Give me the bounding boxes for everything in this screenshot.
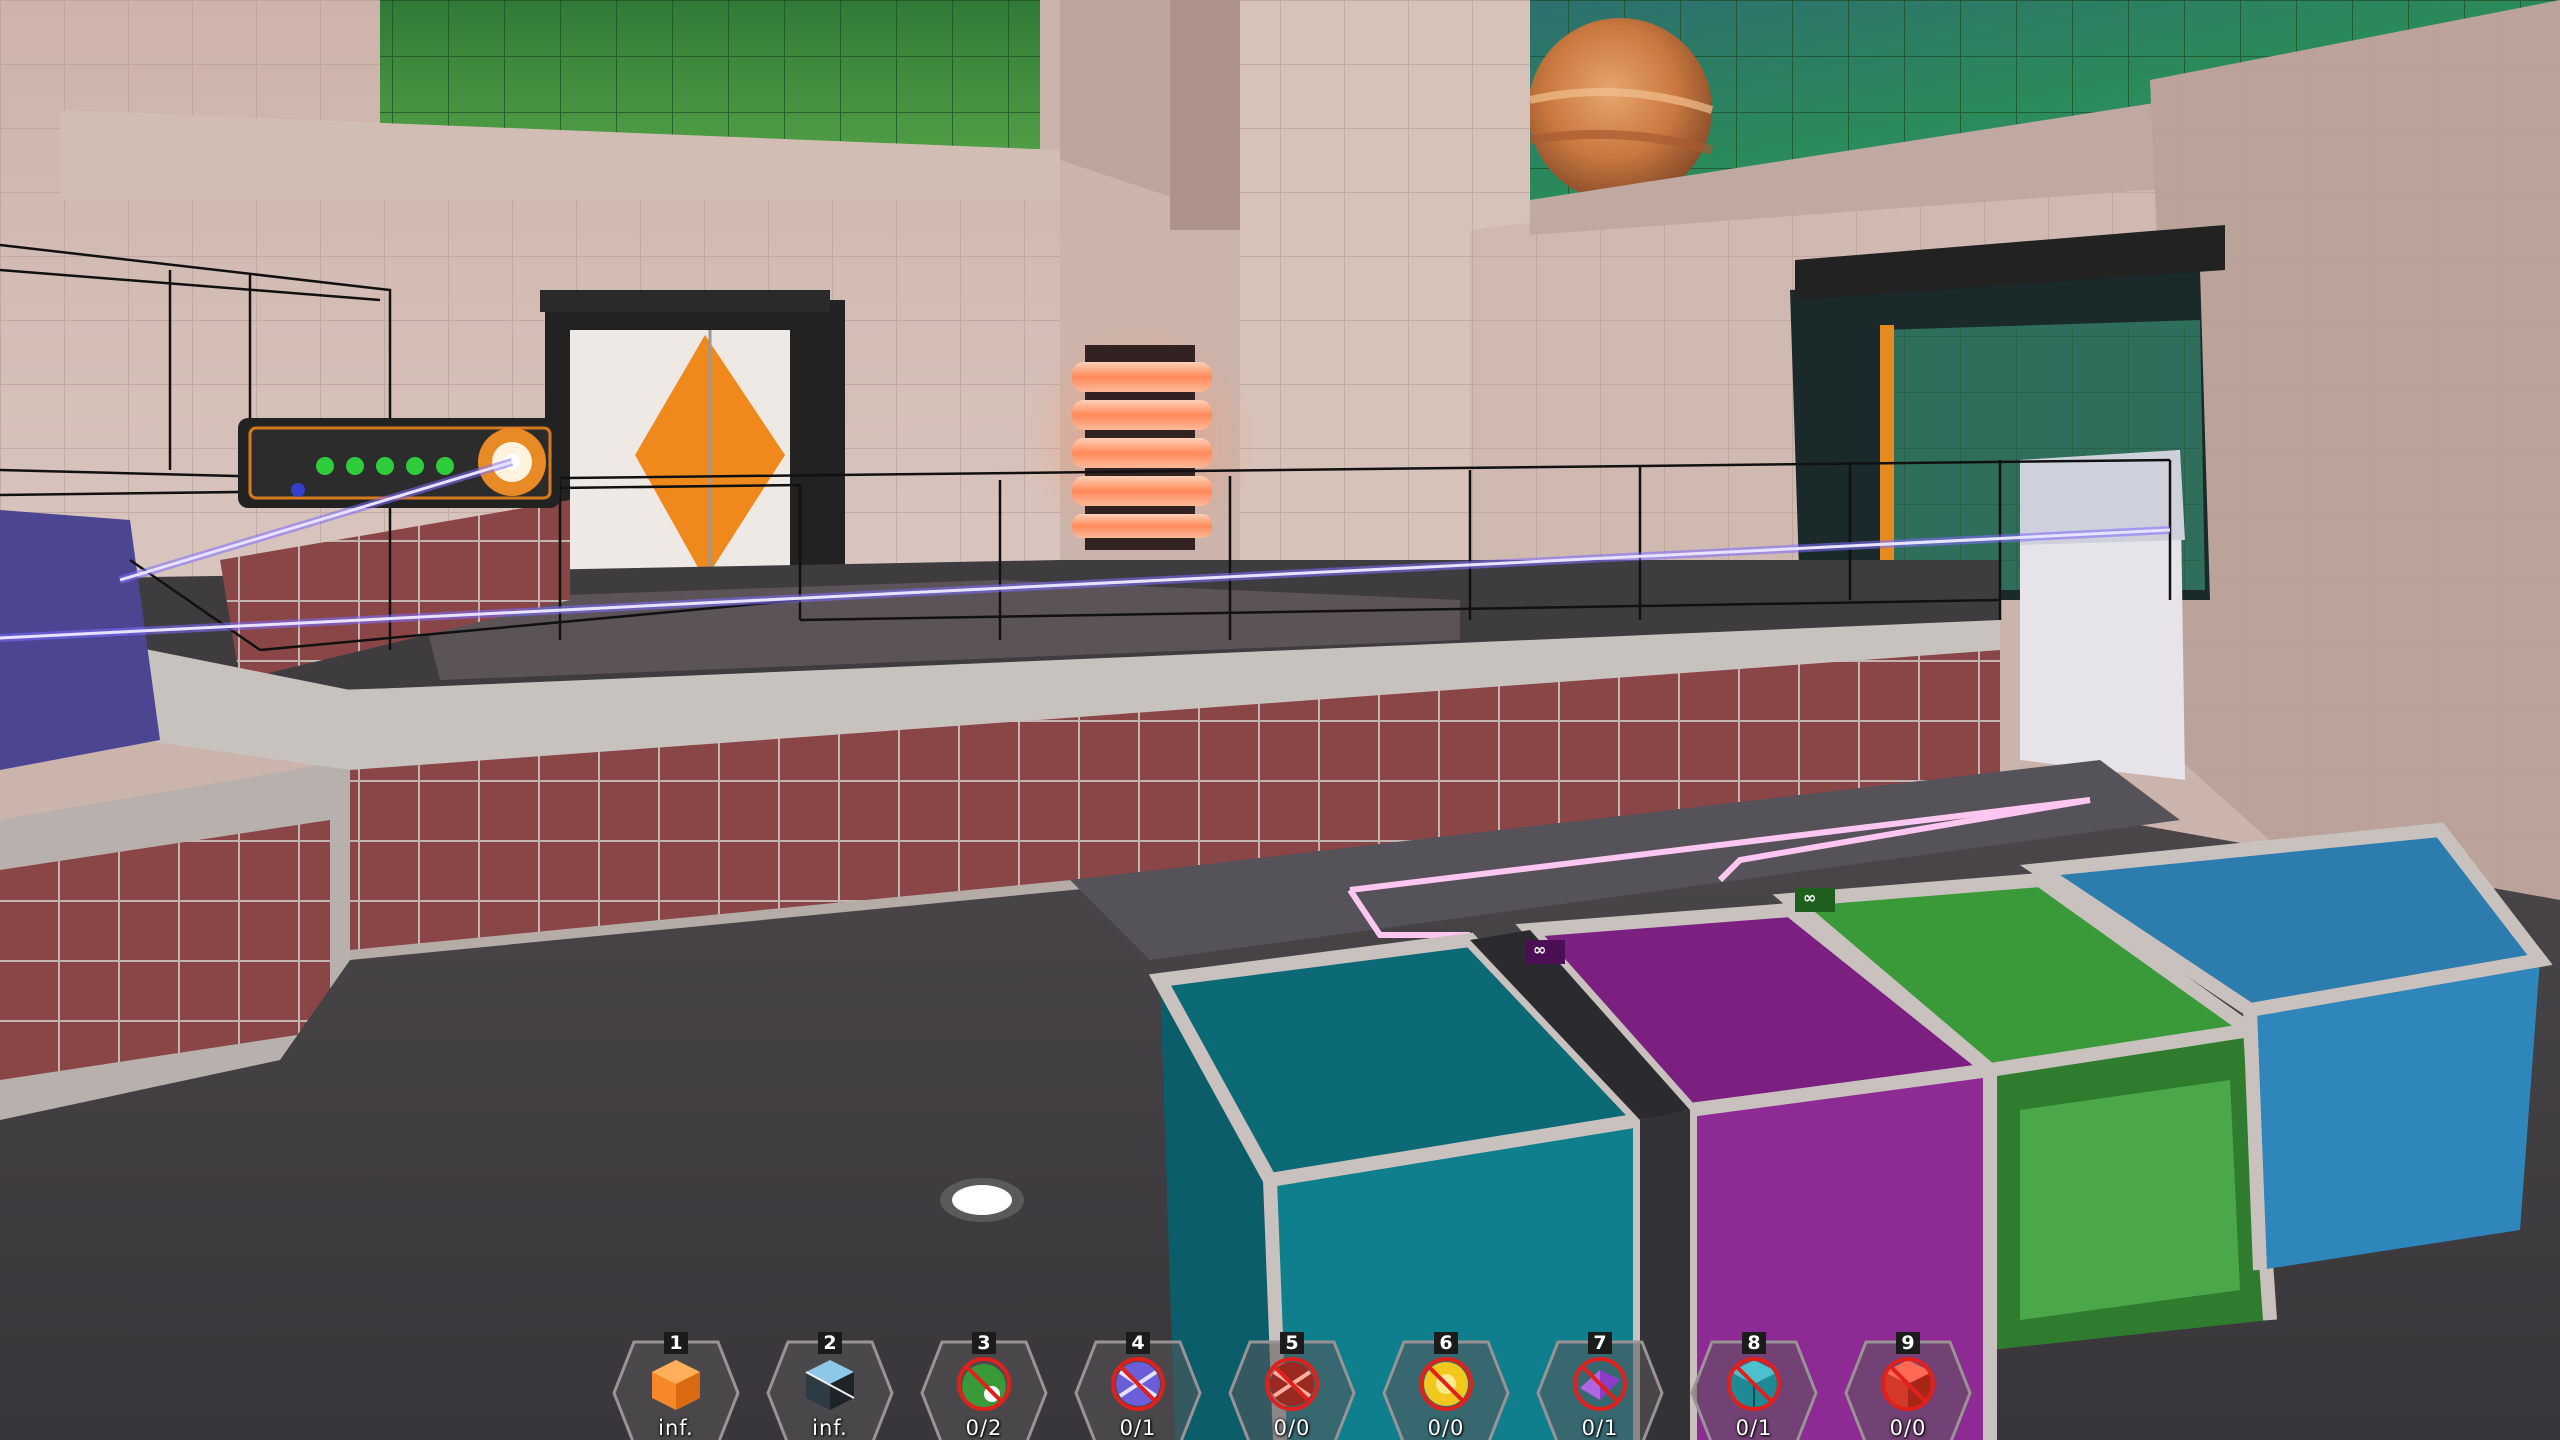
slot-key-number: 5 bbox=[1280, 1332, 1304, 1354]
slot-key-number: 8 bbox=[1742, 1332, 1766, 1354]
hotbar-slot-6[interactable]: 6 0/0 bbox=[1382, 1332, 1510, 1440]
green-box-infinity-tag: ∞ bbox=[1803, 888, 1817, 907]
hotbar-slot-9[interactable]: 9 0/0 bbox=[1844, 1332, 1972, 1440]
purple-gem-icon bbox=[1573, 1357, 1627, 1411]
hotbar-slot-7[interactable]: 7 0/1 bbox=[1536, 1332, 1664, 1440]
slot-key-number: 7 bbox=[1588, 1332, 1612, 1354]
hotbar-slot-2[interactable]: 2 inf. bbox=[766, 1332, 894, 1440]
slot-key-number: 1 bbox=[664, 1332, 688, 1354]
yellow-orb-icon bbox=[1419, 1357, 1473, 1411]
slot-key-number: 6 bbox=[1434, 1332, 1458, 1354]
slot-key-number: 2 bbox=[818, 1332, 842, 1354]
orange-cube-icon bbox=[652, 1360, 700, 1410]
game-viewport[interactable]: ∞ ∞ 1 inf. 2 inf. 3 0/2 4 0/1 5 0/0 6 0/0 7 0/1 8 0/1 9 0… bbox=[0, 0, 2560, 1440]
hotbar-slot-8[interactable]: 8 0/1 bbox=[1690, 1332, 1818, 1440]
slot-count: 0/2 bbox=[965, 1416, 1003, 1440]
slot-key-number: 9 bbox=[1896, 1332, 1920, 1354]
slot-count: inf. bbox=[812, 1416, 848, 1440]
red-cube-icon bbox=[1881, 1357, 1935, 1411]
game-scene bbox=[0, 0, 2560, 1440]
slot-key-number: 3 bbox=[972, 1332, 996, 1354]
slot-count: 0/1 bbox=[1735, 1416, 1773, 1440]
slot-count: inf. bbox=[658, 1416, 694, 1440]
green-bomb-icon bbox=[957, 1357, 1011, 1411]
blue-crossbeam-icon bbox=[1111, 1357, 1165, 1411]
red-crossbeam-icon bbox=[1265, 1357, 1319, 1411]
hotbar-slot-3[interactable]: 3 0/2 bbox=[920, 1332, 1048, 1440]
glass-cube-icon bbox=[805, 1360, 855, 1410]
slot-key-number: 4 bbox=[1126, 1332, 1150, 1354]
item-hotbar: 1 inf. 2 inf. 3 0/2 4 0/1 5 0/0 6 0/0 7 0/1 8 0/1 9 0/0 bbox=[0, 1320, 2560, 1440]
purple-box-infinity-tag: ∞ bbox=[1533, 940, 1547, 959]
hotbar-slot-5[interactable]: 5 0/0 bbox=[1228, 1332, 1356, 1440]
slot-count: 0/0 bbox=[1427, 1416, 1465, 1440]
slot-count: 0/0 bbox=[1273, 1416, 1311, 1440]
planet bbox=[1528, 18, 1712, 202]
slot-count: 0/1 bbox=[1119, 1416, 1157, 1440]
slot-count: 0/0 bbox=[1889, 1416, 1927, 1440]
hotbar-slot-4[interactable]: 4 0/1 bbox=[1074, 1332, 1202, 1440]
hotbar-slot-1[interactable]: 1 inf. bbox=[612, 1332, 740, 1440]
teal-cube-icon bbox=[1727, 1357, 1781, 1411]
slot-count: 0/1 bbox=[1581, 1416, 1619, 1440]
